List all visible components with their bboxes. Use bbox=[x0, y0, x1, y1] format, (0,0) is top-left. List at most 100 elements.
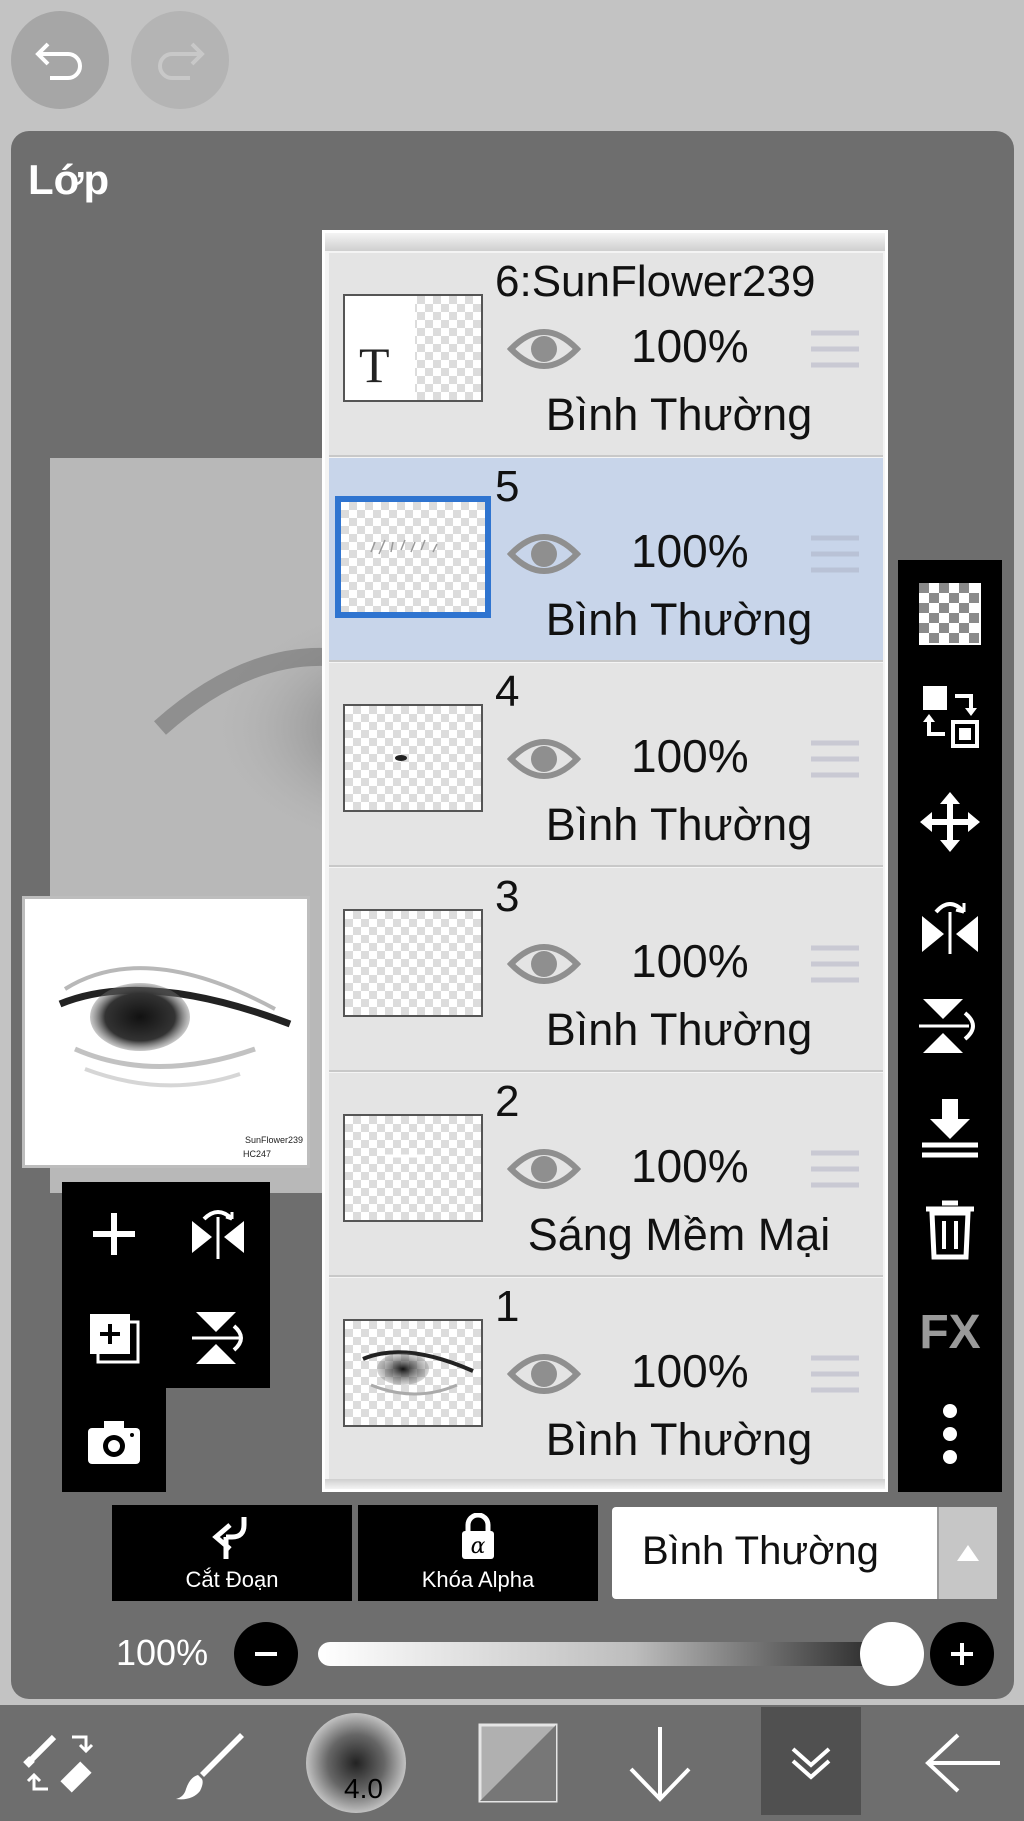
lock-icon: α bbox=[462, 1513, 494, 1559]
layer-name: 2 bbox=[495, 1077, 520, 1126]
visibility-eye-icon[interactable] bbox=[507, 1141, 581, 1197]
right-toolbar: FX bbox=[898, 560, 1002, 1492]
visibility-eye-icon[interactable] bbox=[507, 526, 581, 582]
move-icon bbox=[920, 792, 980, 852]
back-button[interactable] bbox=[914, 1713, 1014, 1813]
layer-blend-mode: Bình Thường bbox=[545, 594, 813, 645]
opacity-increase-button[interactable] bbox=[930, 1622, 994, 1686]
plus-icon bbox=[951, 1643, 973, 1665]
clip-arrow-icon bbox=[212, 1517, 247, 1559]
layer-blend-mode: Bình Thường bbox=[545, 389, 813, 440]
transparency-button[interactable] bbox=[914, 578, 986, 650]
layer-row-3[interactable]: 3 100% Bình Thường bbox=[329, 868, 883, 1072]
duplicate-icon bbox=[90, 1314, 140, 1364]
camera-icon bbox=[88, 1421, 140, 1464]
clipping-label: Cắt Đoạn bbox=[185, 1567, 279, 1592]
panel-title: Lớp bbox=[28, 156, 110, 203]
minus-icon bbox=[255, 1652, 277, 1656]
drag-handle-icon[interactable] bbox=[809, 739, 861, 779]
drag-handle-icon[interactable] bbox=[809, 534, 861, 574]
layer-row-1[interactable]: 1 100% Bình Thường bbox=[329, 1278, 883, 1482]
opacity-slider-track[interactable] bbox=[318, 1642, 892, 1666]
camera-button[interactable] bbox=[74, 1402, 154, 1482]
merge-down-button[interactable] bbox=[914, 1092, 986, 1164]
arrow-left-icon bbox=[925, 1733, 1000, 1793]
transparency-icon bbox=[919, 583, 981, 645]
swap-layer-button[interactable] bbox=[914, 680, 986, 752]
drag-handle-icon[interactable] bbox=[809, 329, 861, 369]
drag-handle-icon[interactable] bbox=[809, 1354, 861, 1394]
opacity-value: 100% bbox=[116, 1632, 209, 1673]
watermark-sub: HC247 bbox=[243, 1149, 272, 1159]
layer-name: 4 bbox=[495, 667, 520, 716]
tool-switch-button[interactable] bbox=[10, 1713, 110, 1813]
brush-icon bbox=[176, 1733, 244, 1800]
fx-icon: FX bbox=[919, 1305, 981, 1359]
drag-handle-icon[interactable] bbox=[809, 1149, 861, 1189]
add-layer-button[interactable] bbox=[74, 1194, 154, 1274]
layer-thumbnail: T bbox=[343, 294, 483, 402]
opacity-decrease-button[interactable] bbox=[234, 1622, 298, 1686]
layer-name: 6:SunFlower239 bbox=[495, 257, 816, 306]
fx-button[interactable]: FX bbox=[914, 1296, 986, 1368]
layer-row-4[interactable]: 4 100% Bình Thường bbox=[329, 663, 883, 867]
layer-opacity: 100% bbox=[631, 1345, 749, 1397]
visibility-eye-icon[interactable] bbox=[507, 731, 581, 787]
layer-row-6[interactable]: T 6:SunFlower239 100% Bình Thường bbox=[329, 253, 883, 457]
blend-mode-value: Bình Thường bbox=[642, 1529, 879, 1573]
visibility-eye-icon[interactable] bbox=[507, 321, 581, 377]
layer-list[interactable]: T 6:SunFlower239 100% Bình Thường 5 100%… bbox=[322, 230, 888, 1492]
alpha-lock-label: Khóa Alpha bbox=[421, 1567, 535, 1592]
flip-horizontal-icon bbox=[192, 1210, 244, 1259]
undo-button[interactable] bbox=[11, 11, 109, 109]
visibility-eye-icon[interactable] bbox=[507, 1346, 581, 1402]
layer-row-2[interactable]: 2 100% Sáng Mềm Mại bbox=[329, 1073, 883, 1277]
brush-size-value: 4.0 bbox=[344, 1773, 383, 1804]
layer-blend-mode: Bình Thường bbox=[545, 1414, 813, 1465]
flip-vertical-icon bbox=[192, 1312, 243, 1364]
double-chevron-down-icon bbox=[791, 1747, 831, 1780]
flip-horizontal-button[interactable] bbox=[914, 888, 986, 960]
delete-layer-button[interactable] bbox=[914, 1194, 986, 1266]
move-button[interactable] bbox=[914, 786, 986, 858]
visibility-eye-icon[interactable] bbox=[507, 936, 581, 992]
redo-button[interactable] bbox=[131, 11, 229, 109]
layer-thumbnail bbox=[335, 496, 491, 618]
arrow-down-icon bbox=[629, 1727, 691, 1802]
layer-thumbnail bbox=[343, 704, 483, 812]
layer-name: 5 bbox=[495, 462, 520, 511]
layer-down-button[interactable] bbox=[610, 1713, 710, 1813]
canvas-thumbnail[interactable]: SunFlower239 HC247 bbox=[22, 896, 310, 1168]
brush-tool-button[interactable] bbox=[160, 1713, 260, 1813]
clipping-button[interactable]: Cắt Đoạn bbox=[112, 1505, 352, 1601]
color-button[interactable] bbox=[468, 1713, 568, 1813]
more-button[interactable] bbox=[914, 1398, 986, 1470]
blend-mode-select[interactable]: Bình Thường bbox=[612, 1507, 997, 1599]
text-layer-glyph: T bbox=[359, 337, 390, 393]
swap-layer-icon bbox=[923, 686, 979, 748]
more-icon bbox=[943, 1404, 957, 1464]
brush-size-button[interactable]: 4.0 bbox=[306, 1713, 406, 1813]
drag-handle-icon[interactable] bbox=[809, 944, 861, 984]
watermark-name: SunFlower239 bbox=[245, 1135, 304, 1145]
flip-layer-v-button[interactable] bbox=[178, 1298, 258, 1378]
flip-layer-h-button[interactable] bbox=[178, 1194, 258, 1274]
alpha-lock-button[interactable]: α Khóa Alpha bbox=[358, 1505, 598, 1601]
layer-panel-toggle[interactable] bbox=[761, 1707, 861, 1815]
layer-name: 3 bbox=[495, 872, 520, 921]
color-swatch-icon bbox=[478, 1723, 558, 1803]
flip-vertical-button[interactable] bbox=[914, 990, 986, 1062]
layer-thumbnail bbox=[343, 1114, 483, 1222]
layer-blend-mode: Sáng Mềm Mại bbox=[527, 1209, 831, 1260]
plus-icon bbox=[93, 1213, 135, 1255]
flip-vertical-icon bbox=[919, 999, 975, 1053]
duplicate-layer-button[interactable] bbox=[74, 1298, 154, 1378]
eye-drawing bbox=[58, 966, 292, 1088]
layer-opacity: 100% bbox=[631, 730, 749, 782]
layer-opacity: 100% bbox=[631, 320, 749, 372]
opacity-slider-thumb[interactable] bbox=[860, 1622, 924, 1686]
blend-dropdown-toggle[interactable] bbox=[937, 1507, 997, 1599]
layer-blend-mode: Bình Thường bbox=[545, 1004, 813, 1055]
layer-row-5[interactable]: 5 100% Bình Thường bbox=[329, 458, 883, 662]
flip-horizontal-icon bbox=[922, 902, 978, 954]
